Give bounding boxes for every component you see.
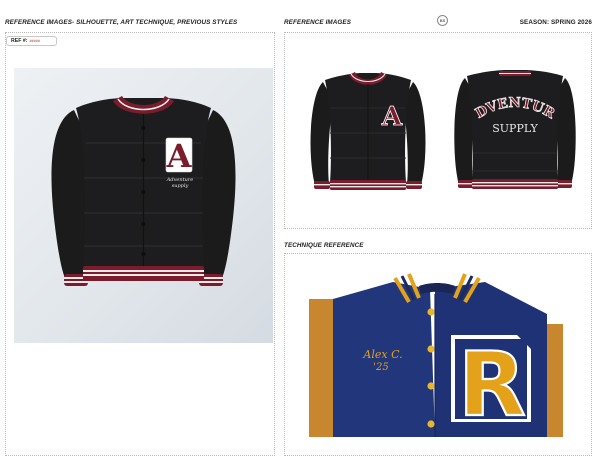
main-jacket-patch-letter: A bbox=[166, 137, 193, 175]
technique-script-name: Alex C. bbox=[362, 348, 402, 361]
main-jacket-script-2: supply bbox=[172, 183, 189, 189]
ref-number-field[interactable]: REF #: ##### bbox=[6, 36, 57, 46]
technique-reference-panel: Alex C. '25 R bbox=[284, 253, 592, 456]
season-label: SEASON: SPRING 2026 bbox=[519, 19, 592, 26]
brand-logo-icon: BS bbox=[437, 15, 448, 26]
ref-label: REF #: bbox=[11, 38, 28, 44]
section-title-technique: TECHNIQUE REFERENCE bbox=[284, 242, 364, 249]
technique-closeup-image: Alex C. '25 R bbox=[309, 273, 563, 437]
main-jacket-photo: A Adventure supply bbox=[14, 68, 273, 343]
front-jacket-image: A bbox=[310, 72, 426, 190]
reference-images-panel: A ADVENTURE SUPPLY bbox=[284, 32, 592, 229]
back-jacket-supply-text: SUPPLY bbox=[492, 122, 538, 135]
ref-value: ##### bbox=[29, 39, 40, 43]
section-title-reference-images: REFERENCE IMAGES bbox=[284, 19, 352, 26]
technique-script-year: '25 bbox=[373, 362, 388, 373]
front-jacket-patch-letter: A bbox=[381, 102, 403, 132]
technique-patch-letter: R bbox=[458, 333, 526, 436]
section-title-left: REFERENCE IMAGES- SILHOUETTE, ART TECHNI… bbox=[5, 19, 238, 26]
